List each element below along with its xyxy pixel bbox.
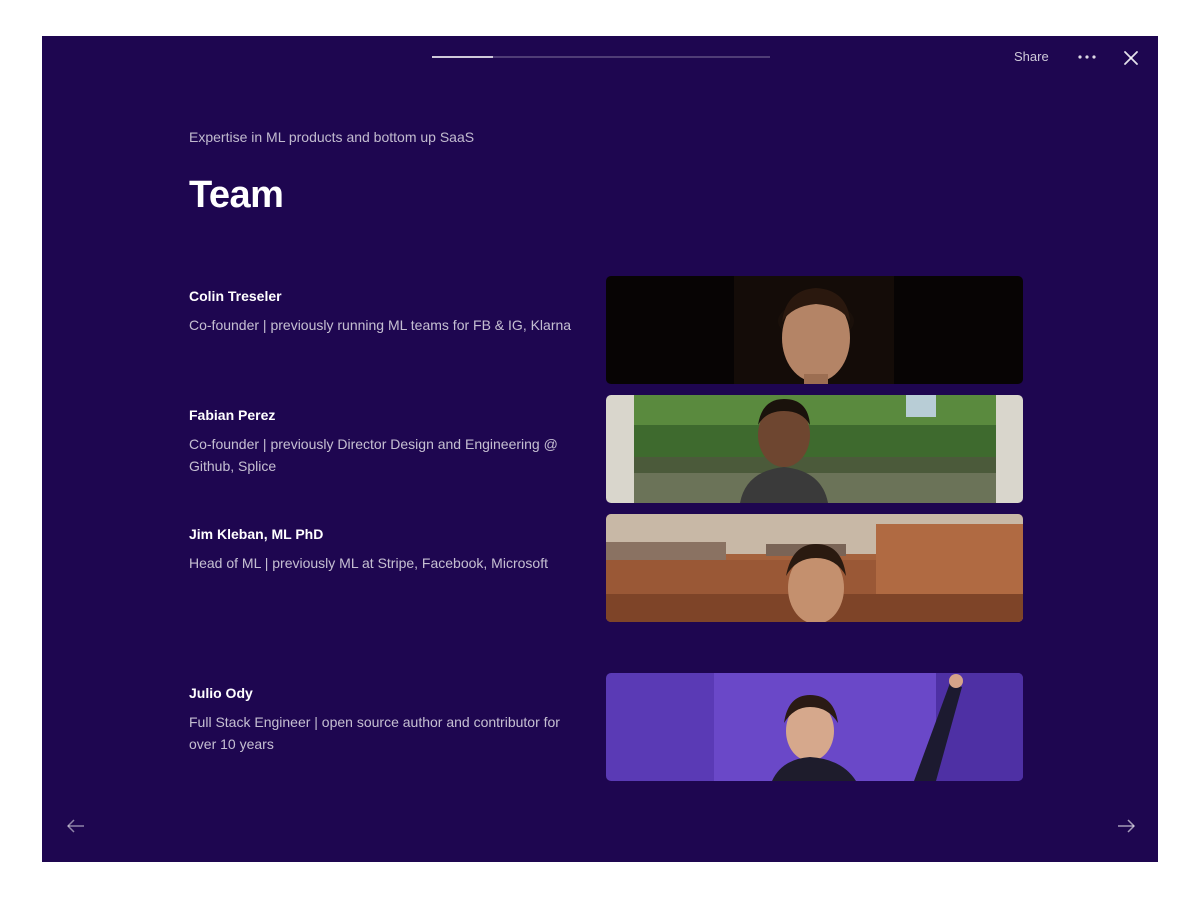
team-member-jim: Jim Kleban, ML PhD Head of ML | previous…: [189, 526, 589, 574]
more-dots-icon[interactable]: [1076, 46, 1098, 66]
member-name: Fabian Perez: [189, 407, 276, 423]
team-member-colin: Colin Treseler Co-founder | previously r…: [189, 288, 589, 336]
slide-progress-bar: [432, 56, 770, 58]
member-name: Jim Kleban, ML PhD: [189, 526, 324, 542]
page-title: Team: [189, 174, 284, 216]
member-name: Julio Ody: [189, 685, 253, 701]
member-role: Co-founder | previously running ML teams…: [189, 317, 572, 333]
member-photo-colin: [606, 276, 1023, 384]
slide-subtitle: Expertise in ML products and bottom up S…: [189, 129, 475, 145]
member-role: Head of ML | previously ML at Stripe, Fa…: [189, 555, 548, 571]
presentation-slide: Share Expertise in ML products and botto…: [42, 36, 1158, 862]
member-photo-jim: [606, 514, 1023, 622]
member-photo-fabian: [606, 395, 1023, 503]
member-name: Colin Treseler: [189, 288, 282, 304]
team-member-julio: Julio Ody Full Stack Engineer | open sou…: [189, 685, 589, 755]
arrow-left-icon[interactable]: [64, 816, 88, 836]
member-role: Full Stack Engineer | open source author…: [189, 714, 560, 752]
share-button[interactable]: Share: [1014, 49, 1049, 64]
member-role: Co-founder | previously Director Design …: [189, 436, 558, 474]
slide-progress-fill: [432, 56, 493, 58]
arrow-right-icon[interactable]: [1114, 816, 1138, 836]
team-member-fabian: Fabian Perez Co-founder | previously Dir…: [189, 407, 589, 477]
member-photo-julio: [606, 673, 1023, 781]
close-icon[interactable]: [1122, 49, 1140, 67]
